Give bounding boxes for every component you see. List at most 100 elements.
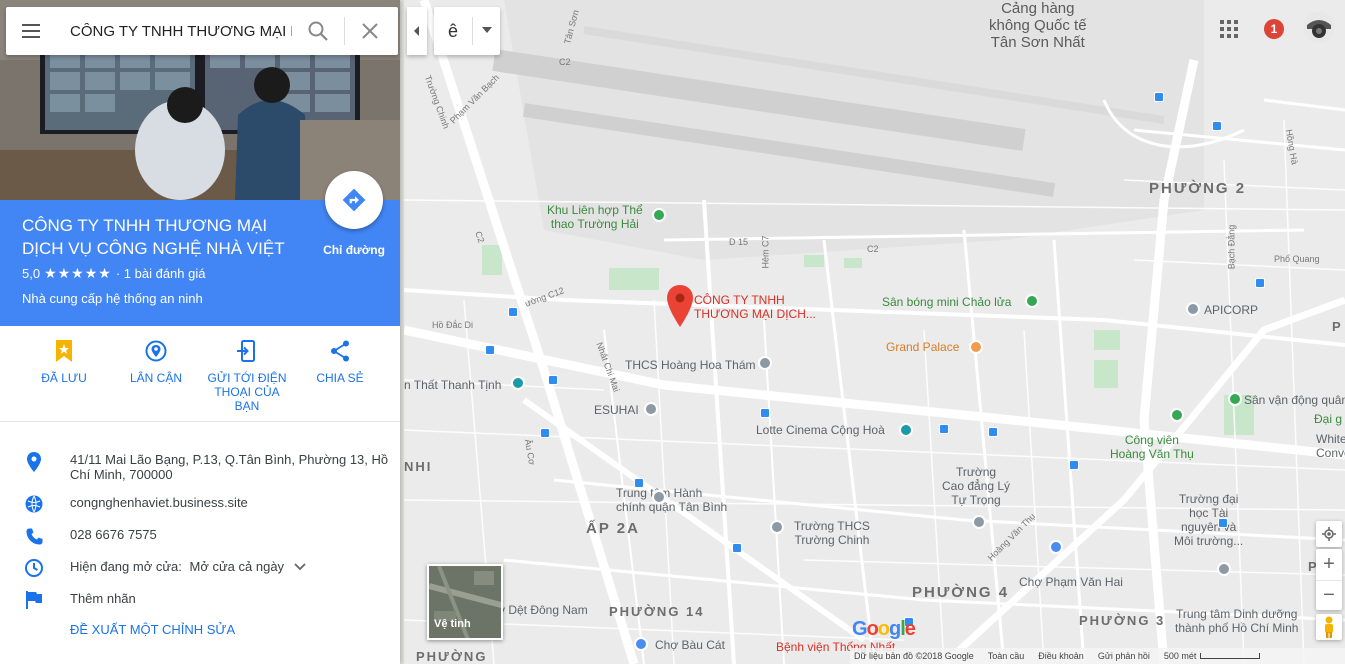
nearby-button[interactable]: LÂN CẬN <box>111 338 201 385</box>
university-pin-icon[interactable] <box>1217 562 1231 576</box>
market-label: Chợ Phạm Văn Hai <box>1019 575 1123 589</box>
clock-icon <box>24 558 44 578</box>
google-logo: Google <box>852 618 916 640</box>
bus-stop-icon[interactable] <box>1255 278 1265 288</box>
place-category[interactable]: Nhà cung cấp hệ thống an ninh <box>22 291 203 306</box>
satellite-toggle[interactable]: Vệ tinh <box>427 564 503 640</box>
esuhai-label: ESUHAI <box>594 403 639 417</box>
zoom-in-button[interactable]: + <box>1316 549 1342 579</box>
bus-stop-icon[interactable] <box>548 375 558 385</box>
zoom-control: + − <box>1316 549 1342 610</box>
grand-palace-label: Grand Palace <box>886 340 960 354</box>
apicorp-pin-icon[interactable] <box>1186 302 1200 316</box>
action-bar: ĐÃ LƯU LÂN CẬN GỬI TỚI ĐIỆN THOẠI CỦA BẠ… <box>0 326 400 422</box>
market-pin-icon[interactable] <box>1049 540 1063 554</box>
location-target-icon <box>1322 527 1336 541</box>
district-label: PHƯỜNG 4 <box>912 584 1010 601</box>
college-pin-icon[interactable] <box>972 515 986 529</box>
phone-icon <box>24 526 44 546</box>
avatar[interactable] <box>1303 11 1335 43</box>
bus-stop-icon[interactable] <box>732 543 742 553</box>
pegman-icon <box>1325 616 1333 638</box>
school-label: THCS Hoàng Hoa Thám <box>625 358 756 372</box>
terms-link[interactable]: Toàn cầu <box>988 651 1025 661</box>
street-label: C2 <box>559 57 571 67</box>
stadium-pin-icon[interactable] <box>1228 392 1242 406</box>
privacy-link[interactable]: Điều khoản <box>1038 651 1084 661</box>
district-label: PHƯỜNG 14 <box>609 604 705 619</box>
rating-row[interactable]: 5,0 ★★★★★ · 1 bài đánh giá <box>22 265 205 282</box>
street-label: Phổ Quang <box>1274 254 1320 264</box>
park-hvt-pin-icon[interactable] <box>1170 408 1184 422</box>
review-count[interactable]: · 1 bài đánh giá <box>116 266 206 281</box>
map-data-credit: Dữ liệu bản đồ ©2018 Google <box>854 651 974 661</box>
bus-stop-icon[interactable] <box>988 427 998 437</box>
directions-button[interactable] <box>325 171 383 229</box>
field-pin-icon[interactable] <box>1025 294 1039 308</box>
bus-stop-icon[interactable] <box>760 408 770 418</box>
street-label: Bạch Đằng <box>1226 224 1237 270</box>
send-to-phone-button[interactable]: GỬI TỚI ĐIỆN THOẠI CỦA BẠN <box>202 338 292 413</box>
school-pin-icon[interactable] <box>758 356 772 370</box>
district-label: PHƯỜNG <box>416 649 488 664</box>
park-pin-icon[interactable] <box>652 208 666 222</box>
bus-stop-icon[interactable] <box>1069 460 1079 470</box>
share-label: CHIA SẺ <box>316 371 364 385</box>
university-label: Trường đại học Tài nguyên và Môi trường... <box>1174 492 1244 548</box>
bus-stop-icon[interactable] <box>508 307 518 317</box>
esuhai-pin-icon[interactable] <box>644 402 658 416</box>
bus-stop-icon[interactable] <box>485 345 495 355</box>
street-view-pegman[interactable] <box>1316 614 1342 640</box>
place-panel: CÔNG TY TNHH THƯƠNG MẠI DỊCH VỤ CÔNG NGH… <box>0 0 400 664</box>
school-tc-pin-icon[interactable] <box>770 520 784 534</box>
place-title: CÔNG TY TNHH THƯƠNG MẠI DỊCH VỤ CÔNG NGH… <box>22 216 285 258</box>
bus-stop-icon[interactable] <box>540 428 550 438</box>
market-bc-label: Chợ Bàu Cát <box>655 638 725 652</box>
saved-button[interactable]: ĐÃ LƯU <box>19 338 109 385</box>
temple-pin-icon[interactable] <box>511 376 525 390</box>
layer-select[interactable]: ê <box>434 7 500 55</box>
bus-stop-icon[interactable] <box>1212 121 1222 131</box>
admin-pin-icon[interactable] <box>652 490 666 504</box>
apps-grid-icon[interactable] <box>1220 20 1238 38</box>
menu-icon[interactable] <box>20 21 44 41</box>
globe-icon <box>24 494 44 514</box>
map-roads <box>404 0 1345 664</box>
admin-center-label: Trung tâm Hànhchính quận Tân Bình <box>616 486 728 514</box>
bus-stop-icon[interactable] <box>1154 92 1164 102</box>
hours-text: Hiện đang mở cửa: Mở cửa cả ngày <box>70 559 390 574</box>
directions-label[interactable]: Chỉ đường <box>310 243 398 257</box>
map-canvas[interactable]: Cảng hàng không Quốc tế Tân Sơn Nhất Tân S… <box>404 0 1345 664</box>
close-icon[interactable] <box>358 19 382 43</box>
send-to-phone-label: GỬI TỚI ĐIỆN THOẠI CỦA BẠN <box>207 371 287 413</box>
bus-stop-icon[interactable] <box>634 478 644 488</box>
field-label: Sân bóng mini Chảo lửa <box>882 295 1012 309</box>
suggest-edit-link[interactable]: ĐỀ XUẤT MỘT CHỈNH SỬA <box>70 622 235 637</box>
restaurant-pin-icon[interactable] <box>969 340 983 354</box>
satellite-label: Vệ tinh <box>434 618 471 630</box>
notifications-badge[interactable]: 1 <box>1264 19 1284 39</box>
my-location-button[interactable] <box>1316 521 1342 547</box>
collapse-panel-button[interactable] <box>407 7 427 55</box>
place-marker-icon[interactable] <box>667 285 693 327</box>
bus-stop-icon[interactable] <box>939 424 949 434</box>
feedback-link[interactable]: Gửi phản hồi <box>1098 651 1150 661</box>
saved-label: ĐÃ LƯU <box>41 371 87 385</box>
cinema-pin-icon[interactable] <box>899 423 913 437</box>
bus-stop-icon[interactable] <box>1218 518 1228 528</box>
scale-indicator[interactable]: 500 mét <box>1164 651 1261 661</box>
district-label: ẤP 2A <box>586 520 640 537</box>
airport-label: Cảng hàng không Quốc tế Tân Sơn Nhất <box>989 0 1087 51</box>
weaving-label: y Dệt Đông Nam <box>499 603 588 617</box>
share-button[interactable]: CHIA SẺ <box>295 338 385 385</box>
nearby-label: LÂN CẬN <box>129 371 182 385</box>
zoom-out-button[interactable]: − <box>1316 580 1342 610</box>
search-input[interactable] <box>70 21 292 41</box>
market-bc-pin-icon[interactable] <box>634 637 648 651</box>
nutrition-center-label: Trung tâm Dinh dưỡng thành phố Hồ Chí Min… <box>1175 607 1299 635</box>
chevron-down-icon <box>482 27 492 33</box>
map-footer: Dữ liệu bản đồ ©2018 Google Toàn cầu Điề… <box>850 648 1345 664</box>
street-label: Hồ Đắc Di <box>432 320 474 330</box>
search-icon[interactable] <box>306 19 330 43</box>
chevron-down-icon[interactable] <box>294 563 306 571</box>
